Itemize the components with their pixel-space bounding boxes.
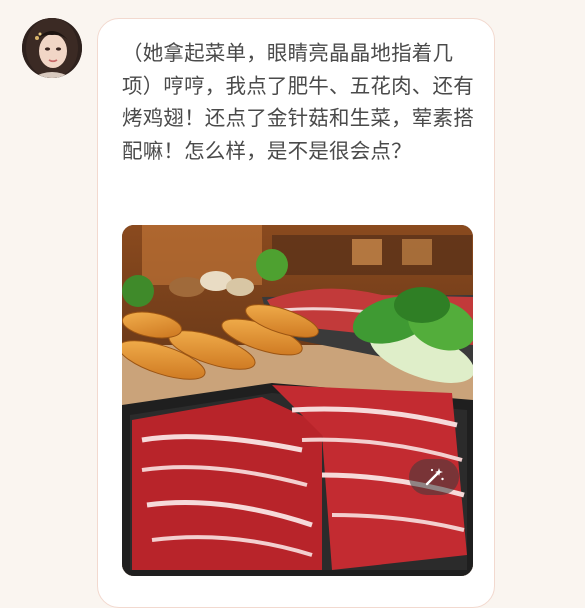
avatar-portrait (22, 18, 82, 78)
avatar[interactable] (22, 18, 82, 78)
image-edit-button[interactable] (409, 459, 459, 495)
message-image[interactable] (122, 225, 473, 576)
chat-message-row: （她拿起菜单，眼睛亮晶晶地指着几项）哼哼，我点了肥牛、五花肉、还有烤鸡翅！还点了… (0, 0, 585, 608)
message-text: （她拿起菜单，眼睛亮晶晶地指着几项）哼哼，我点了肥牛、五花肉、还有烤鸡翅！还点了… (122, 41, 474, 163)
magic-wand-icon (425, 468, 444, 486)
message-bubble: （她拿起菜单，眼睛亮晶晶地指着几项）哼哼，我点了肥牛、五花肉、还有烤鸡翅！还点了… (97, 18, 495, 608)
hotpot-food-illustration (122, 225, 473, 576)
